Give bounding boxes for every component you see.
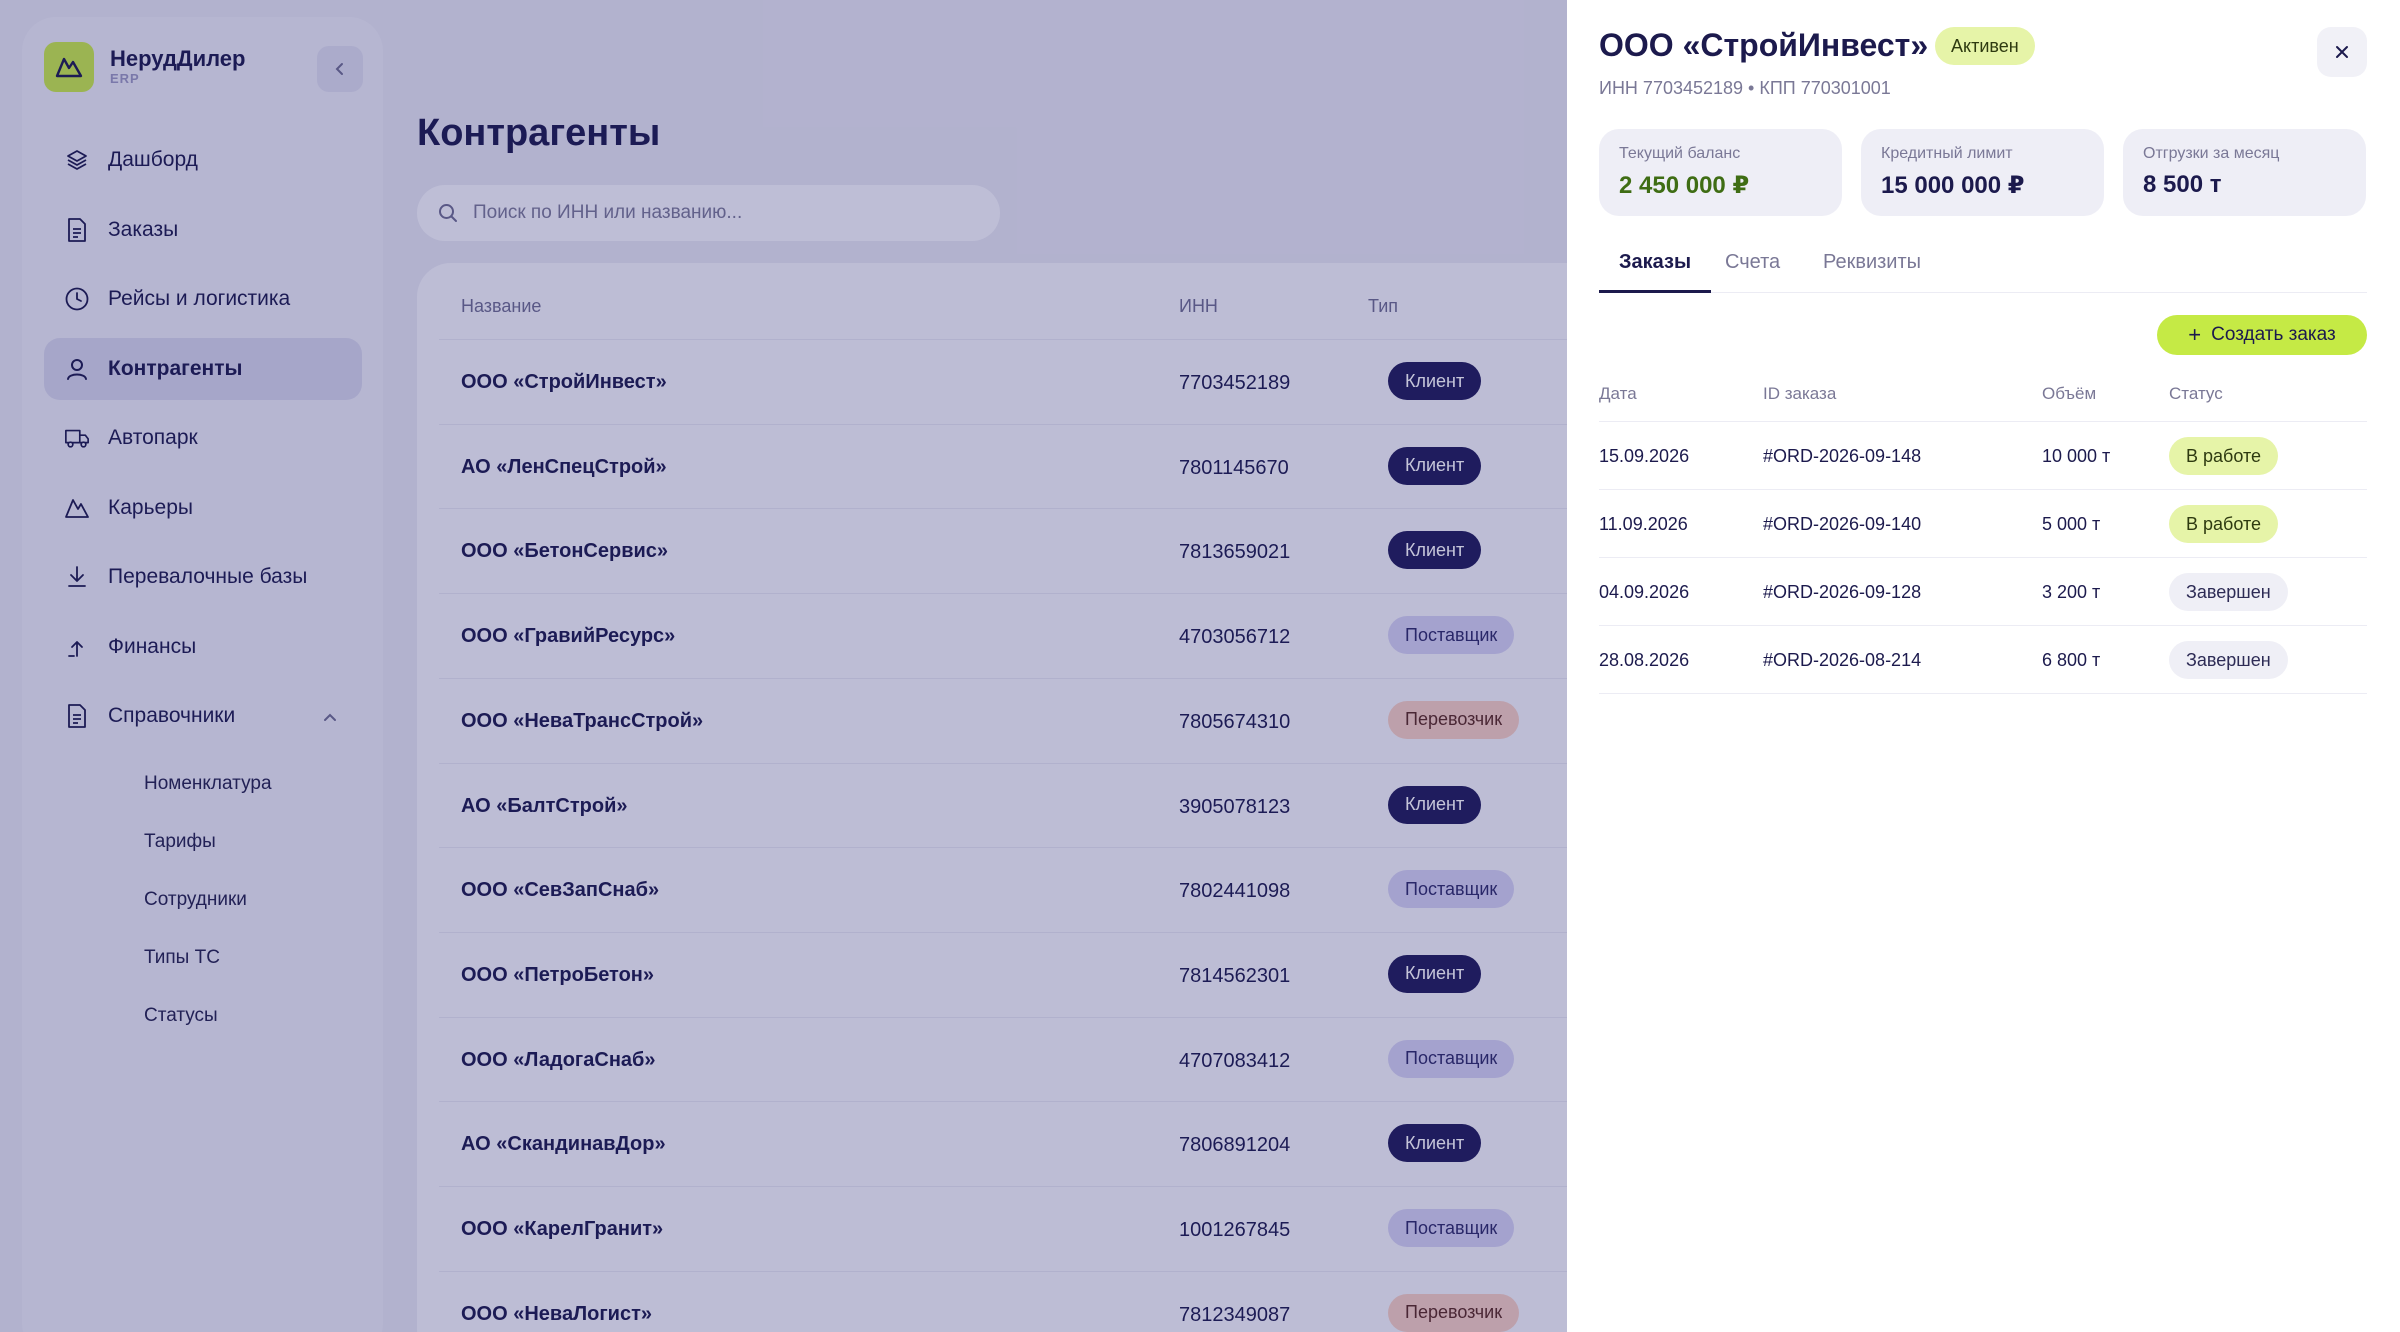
counterparty-detail-drawer: ООО «СтройИнвест» Активен ИНН 7703452189… bbox=[1567, 0, 2400, 1332]
stat-card-credit-limit: Кредитный лимит 15 000 000 ₽ bbox=[1861, 129, 2104, 216]
order-volume: 3 200 т bbox=[2042, 582, 2101, 602]
tab-requisites[interactable]: Реквизиты bbox=[1803, 251, 1941, 293]
order-volume: 10 000 т bbox=[2042, 446, 2111, 466]
column-header-date[interactable]: Дата bbox=[1599, 384, 1637, 404]
order-volume: 5 000 т bbox=[2042, 514, 2101, 534]
order-date: 28.08.2026 bbox=[1599, 650, 1690, 670]
status-badge: Активен bbox=[1935, 27, 2035, 65]
order-row[interactable]: 04.09.2026 #ORD-2026-09-128 3 200 т Заверше… bbox=[1599, 558, 2367, 626]
order-id: #ORD-2026-09-128 bbox=[1763, 582, 1922, 602]
order-id: #ORD-2026-08-214 bbox=[1763, 650, 1922, 670]
stat-card-balance: Текущий баланс 2 450 000 ₽ bbox=[1599, 129, 1842, 216]
stat-card-shipments: Отгрузки за месяц 8 500 т bbox=[2123, 129, 2366, 216]
stat-value: 2 450 000 ₽ bbox=[1619, 172, 1750, 199]
tab-invoices[interactable]: Счета bbox=[1705, 251, 1800, 293]
stat-label: Текущий баланс bbox=[1619, 145, 1741, 162]
order-row[interactable]: 28.08.2026 #ORD-2026-08-214 6 800 т Заверше… bbox=[1599, 626, 2367, 694]
order-status-badge: Завершен bbox=[2169, 573, 2288, 611]
create-order-label: Создать заказ bbox=[2211, 324, 2336, 345]
stat-value: 15 000 000 ₽ bbox=[1881, 172, 2025, 199]
stat-label: Отгрузки за месяц bbox=[2143, 145, 2280, 162]
tab-orders[interactable]: Заказы bbox=[1599, 251, 1712, 293]
drawer-subtitle: ИНН 7703452189 • КПП 770301001 bbox=[1599, 78, 1891, 98]
column-header-order-id[interactable]: ID заказа bbox=[1763, 384, 1836, 404]
stat-label: Кредитный лимит bbox=[1881, 145, 2013, 162]
plus-icon: + bbox=[2188, 322, 2202, 347]
order-date: 04.09.2026 bbox=[1599, 582, 1690, 602]
create-order-button[interactable]: + Создать заказ bbox=[2157, 315, 2367, 355]
order-date: 11.09.2026 bbox=[1599, 514, 1688, 534]
order-id: #ORD-2026-09-148 bbox=[1763, 446, 1922, 466]
column-header-volume[interactable]: Объём bbox=[2042, 384, 2096, 404]
order-id: #ORD-2026-09-140 bbox=[1763, 514, 1922, 534]
order-date: 15.09.2026 bbox=[1599, 446, 1690, 466]
close-button[interactable] bbox=[2317, 27, 2367, 77]
order-row[interactable]: 11.09.2026 #ORD-2026-09-140 5 000 т В работ… bbox=[1599, 490, 2367, 558]
stat-value: 8 500 т bbox=[2143, 171, 2222, 198]
close-icon bbox=[2336, 46, 2348, 58]
orders-table-header: Дата ID заказа Объём Статус bbox=[1599, 382, 2367, 422]
order-volume: 6 800 т bbox=[2042, 650, 2101, 670]
drawer-title: ООО «СтройИнвест» bbox=[1599, 27, 1929, 63]
order-row[interactable]: 15.09.2026 #ORD-2026-09-148 10 000 т В рабо… bbox=[1599, 422, 2367, 490]
drawer-tabs: Заказы Счета Реквизиты bbox=[1599, 251, 2367, 293]
order-status-badge: Завершен bbox=[2169, 641, 2288, 679]
column-header-status[interactable]: Статус bbox=[2169, 384, 2223, 404]
order-status-badge: В работе bbox=[2169, 505, 2279, 543]
order-status-badge: В работе bbox=[2169, 437, 2279, 475]
